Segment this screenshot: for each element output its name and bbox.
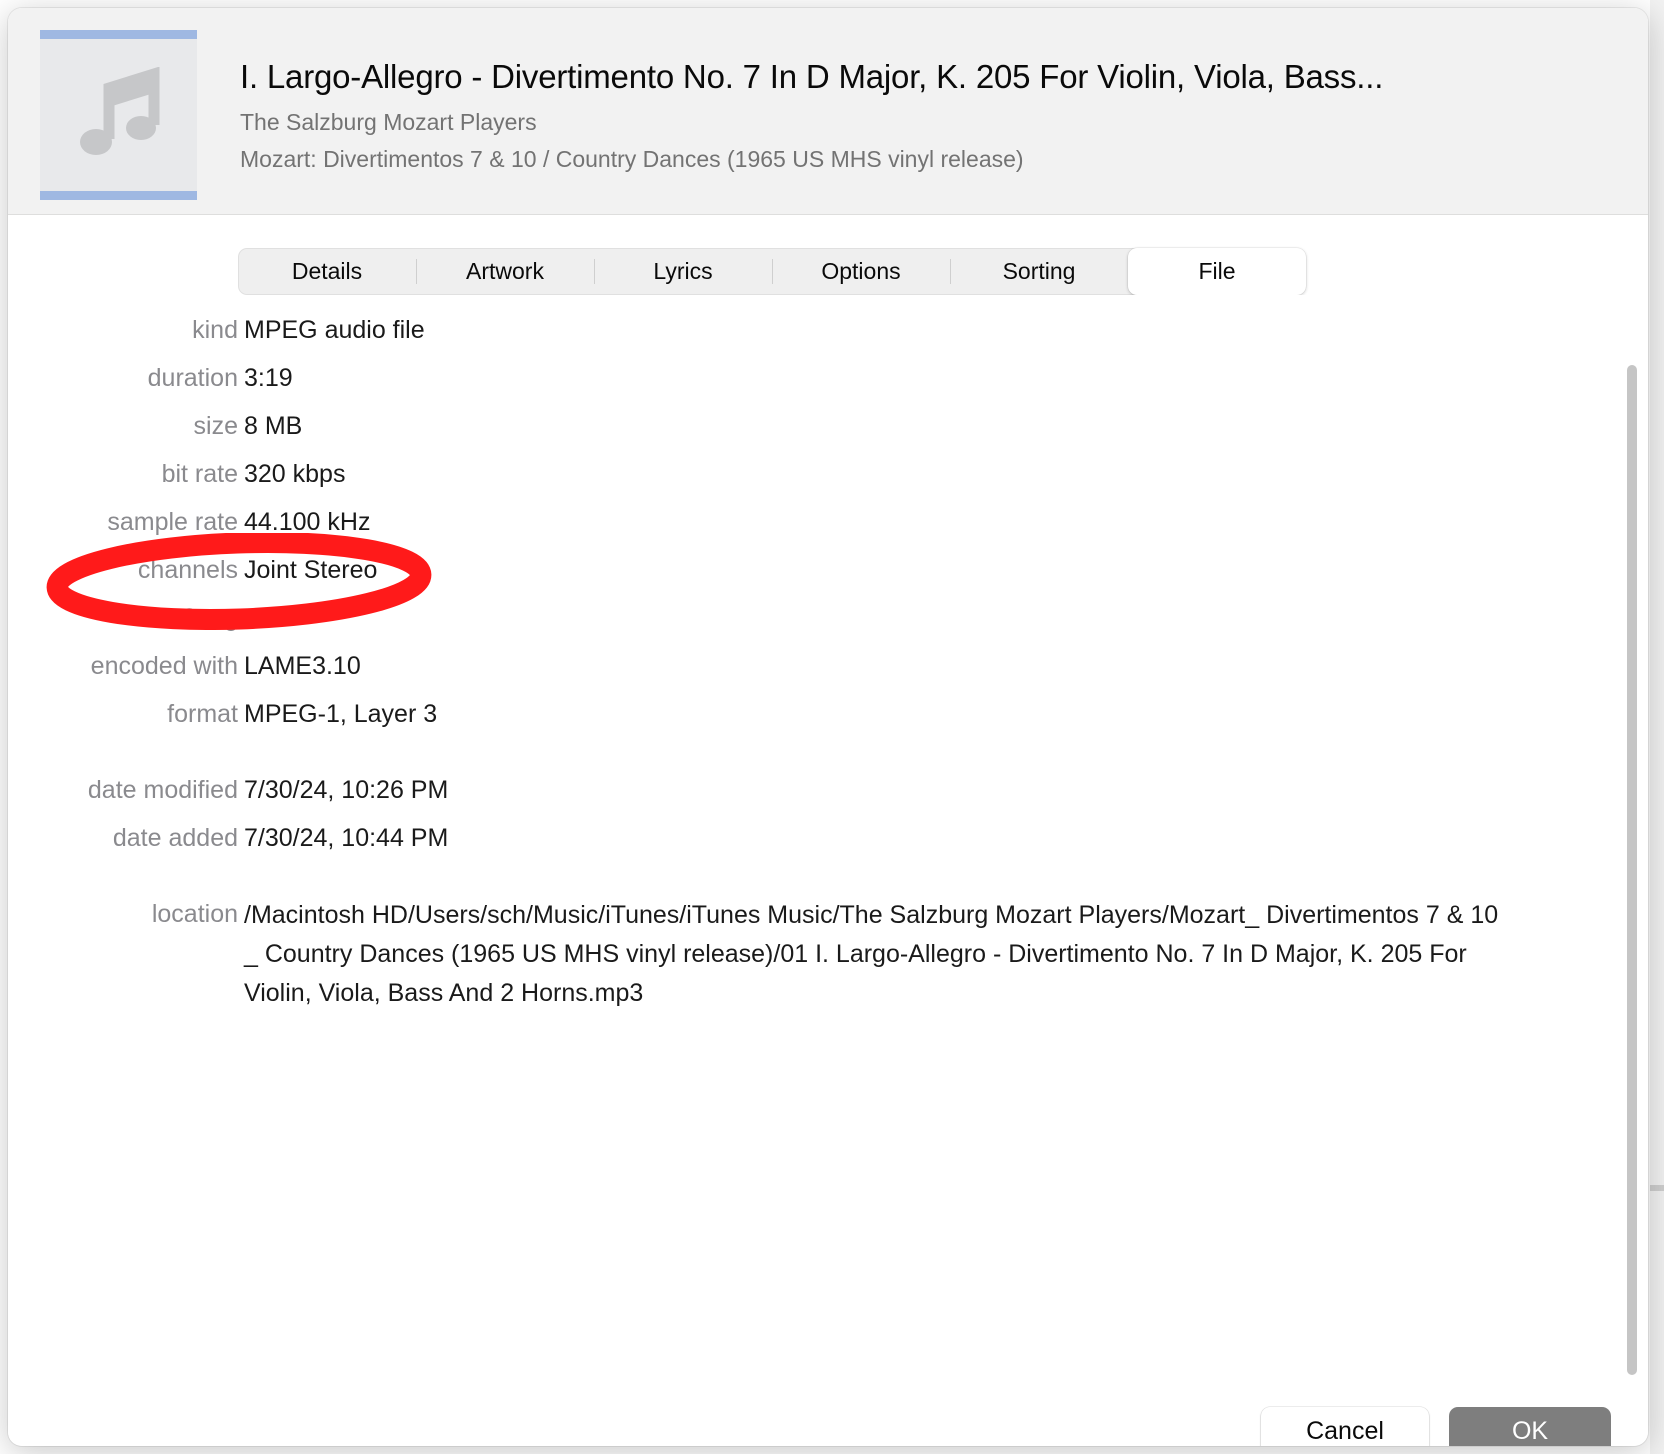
field-channels: channels Joint Stereo (8, 552, 1508, 588)
field-encoded-with-label: encoded with (90, 652, 238, 680)
field-kind-label: kind (192, 316, 238, 344)
field-sample-rate-value: 44.100 kHz (244, 508, 371, 536)
field-encoded-with: encoded with LAME3.10 (8, 648, 1508, 684)
background-window-edge (1650, 0, 1664, 1454)
file-info-fields: kind MPEG audio file duration 3:19 size … (8, 312, 1508, 1025)
field-id3-tag-value: v2.4 (244, 604, 292, 632)
track-artist: The Salzburg Mozart Players (240, 108, 537, 135)
field-bit-rate-label: bit rate (161, 460, 238, 488)
tab-file[interactable]: File (1128, 248, 1306, 295)
vertical-scrollbar[interactable] (1624, 365, 1640, 1375)
background-window-divider (1650, 1185, 1664, 1191)
album-artwork-placeholder[interactable] (40, 30, 197, 200)
artwork-band-bottom (40, 191, 197, 200)
cancel-button[interactable]: Cancel (1261, 1407, 1429, 1446)
field-channels-value: Joint Stereo (244, 556, 378, 584)
field-kind: kind MPEG audio file (8, 312, 1508, 348)
field-id3-tag-label: ID3 tag (157, 604, 238, 632)
field-size-value: 8 MB (244, 412, 303, 440)
field-format: format MPEG-1, Layer 3 (8, 696, 1508, 732)
field-sample-rate: sample rate 44.100 kHz (8, 504, 1508, 540)
footer-buttons: Cancel OK (1261, 1407, 1611, 1446)
field-kind-value: MPEG audio file (244, 316, 425, 344)
track-album: Mozart: Divertimentos 7 & 10 / Country D… (240, 145, 1024, 172)
tab-sorting[interactable]: Sorting (950, 248, 1128, 295)
field-date-added-label: date added (112, 824, 238, 852)
field-format-label: format (167, 700, 238, 728)
field-location-value: /Macintosh HD/Users/sch/Music/iTunes/iTu… (244, 901, 1499, 1007)
music-note-icon (76, 67, 162, 163)
field-encoded-with-value: LAME3.10 (244, 652, 361, 680)
field-duration-value: 3:19 (244, 364, 293, 392)
field-format-value: MPEG-1, Layer 3 (244, 700, 438, 728)
tabbar-wrapper: Details Artwork Lyrics Options Sorting F… (8, 215, 1648, 295)
tab-options[interactable]: Options (772, 248, 950, 295)
field-location-label: location (151, 900, 238, 928)
ok-button[interactable]: OK (1449, 1407, 1611, 1446)
field-bit-rate-value: 320 kbps (244, 460, 346, 488)
artwork-band-top (40, 30, 197, 39)
field-channels-label: channels (137, 556, 238, 584)
field-size: size 8 MB (8, 408, 1508, 444)
tab-details[interactable]: Details (238, 248, 416, 295)
field-size-label: size (193, 412, 238, 440)
field-date-modified-label: date modified (87, 776, 238, 804)
field-id3-tag: ID3 tag v2.4 (8, 600, 1508, 636)
field-date-modified: date modified 7/30/24, 10:26 PM (8, 772, 1508, 808)
tab-artwork[interactable]: Artwork (416, 248, 594, 295)
header-text-block: I. Largo-Allegro - Divertimento No. 7 In… (240, 58, 1588, 173)
dialog-footer: Cancel OK (8, 1388, 1648, 1446)
field-location: location /Macintosh HD/Users/sch/Music/i… (8, 896, 1508, 1013)
screen: ( I. Largo-Allegro - Divertimento No. 7 … (0, 0, 1664, 1454)
track-info-dialog: I. Largo-Allegro - Divertimento No. 7 In… (8, 8, 1648, 1446)
field-duration: duration 3:19 (8, 360, 1508, 396)
track-title: I. Largo-Allegro - Divertimento No. 7 In… (240, 58, 1384, 95)
tab-lyrics[interactable]: Lyrics (594, 248, 772, 295)
field-duration-label: duration (147, 364, 238, 392)
field-sample-rate-label: sample rate (107, 508, 238, 536)
tabbar: Details Artwork Lyrics Options Sorting F… (238, 248, 1306, 295)
field-date-modified-value: 7/30/24, 10:26 PM (244, 776, 449, 804)
field-bit-rate: bit rate 320 kbps (8, 456, 1508, 492)
field-date-added-value: 7/30/24, 10:44 PM (244, 824, 449, 852)
scrollbar-thumb[interactable] (1627, 365, 1637, 1375)
dialog-header: I. Largo-Allegro - Divertimento No. 7 In… (8, 8, 1648, 215)
field-date-added: date added 7/30/24, 10:44 PM (8, 820, 1508, 856)
file-info-panel: kind MPEG audio file duration 3:19 size … (8, 295, 1648, 1388)
